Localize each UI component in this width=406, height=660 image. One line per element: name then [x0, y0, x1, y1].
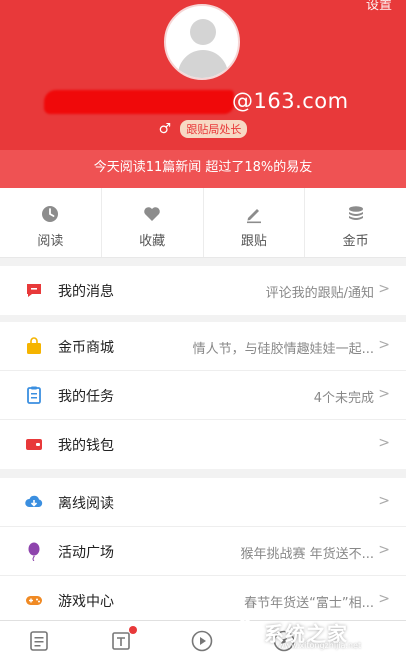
quick-favorites-label: 收藏 — [139, 234, 166, 249]
menu-item-tasks-label: 我的任务 — [58, 389, 114, 405]
clipboard-icon — [24, 385, 44, 405]
menu-item-games-label: 游戏中心 — [58, 594, 114, 610]
quick-coins-label: 金币 — [342, 234, 369, 249]
shopping-bag-icon — [24, 336, 44, 356]
gamepad-icon — [24, 590, 44, 610]
menu-group-messages: 我的消息 评论我的跟贴/通知 > — [0, 266, 406, 315]
reading-summary: 今天阅读11篇新闻 超过了18%的易友 — [0, 150, 406, 188]
menu-item-offline-reading[interactable]: 离线阅读 > — [0, 478, 406, 527]
quick-read[interactable]: 阅读 — [0, 188, 102, 257]
settings-button[interactable]: 设置 — [366, 0, 392, 13]
quick-comments[interactable]: 跟贴 — [204, 188, 306, 257]
chevron-right-icon: > — [378, 281, 390, 297]
tab-topics-icon[interactable] — [109, 626, 137, 653]
quick-favorites[interactable]: 收藏 — [102, 188, 204, 257]
avatar-head-shape — [190, 19, 216, 45]
quick-coins[interactable]: 金币 — [305, 188, 406, 257]
heart-icon — [102, 204, 203, 224]
menu-item-wallet-label: 我的钱包 — [58, 438, 114, 454]
clock-icon — [0, 204, 101, 224]
account-redaction — [44, 90, 234, 114]
menu-item-wallet[interactable]: 我的钱包 > — [0, 420, 406, 469]
menu-item-coin-mall-label: 金币商城 — [58, 340, 114, 356]
avatar-body-shape — [178, 50, 228, 78]
menu-item-coin-mall-value: 情人节，与硅胶情趣娃娃一起... — [192, 342, 374, 357]
chevron-right-icon: > — [378, 493, 390, 509]
balloon-icon — [24, 541, 44, 562]
menu-item-tasks-value: 4个未完成 — [313, 391, 374, 406]
notification-dot — [129, 626, 137, 634]
gender-male-icon: ♂ — [158, 120, 172, 137]
coin-stack-icon — [305, 204, 406, 224]
menu-item-messages-value: 评论我的跟贴/通知 — [265, 286, 374, 301]
avatar[interactable] — [164, 4, 240, 80]
menu-group-account: 金币商城 情人节，与硅胶情趣娃娃一起... > 我的任务 4个未完成 > 我的钱… — [0, 322, 406, 469]
chevron-right-icon: > — [378, 591, 390, 607]
watermark-url: www.xitongzhijia.net — [278, 641, 362, 650]
menu-item-offline-reading-label: 离线阅读 — [58, 496, 114, 512]
menu-item-games-value: 春节年货送“富士”相... — [244, 596, 374, 611]
message-icon — [24, 280, 44, 300]
account-domain: @163.com — [232, 89, 349, 113]
pencil-icon — [204, 204, 305, 224]
wallet-icon — [24, 434, 44, 454]
chevron-right-icon: > — [378, 435, 390, 451]
chevron-right-icon: > — [378, 386, 390, 402]
watermark-logo-icon — [228, 615, 262, 649]
menu-item-coin-mall[interactable]: 金币商城 情人节，与硅胶情趣娃娃一起... > — [0, 322, 406, 371]
profile-header: 设置 @163.com ♂ 跟贴局处长 今天阅读11篇新闻 超过了18%的易友 — [0, 0, 406, 188]
tab-news-icon[interactable] — [27, 629, 51, 653]
menu-group-discover: 离线阅读 > 活动广场 猴年挑战赛 年货送不... > 游戏中心 春节年货送“富… — [0, 478, 406, 625]
watermark: 系统之家 www.xitongzhijia.net — [226, 612, 402, 652]
menu-item-activity-value: 猴年挑战赛 年货送不... — [240, 547, 374, 562]
user-tags: ♂ 跟贴局处长 — [0, 118, 406, 138]
quick-read-label: 阅读 — [37, 234, 64, 249]
rank-badge[interactable]: 跟贴局处长 — [180, 119, 248, 138]
menu-item-tasks[interactable]: 我的任务 4个未完成 > — [0, 371, 406, 420]
account-name: @163.com — [0, 86, 406, 116]
quick-comments-label: 跟贴 — [240, 234, 267, 249]
cloud-download-icon — [24, 492, 44, 512]
menu-item-messages-label: 我的消息 — [58, 284, 114, 300]
quick-actions: 阅读 收藏 跟贴 金币 — [0, 188, 406, 258]
chevron-right-icon: > — [378, 542, 390, 558]
menu-item-activity-label: 活动广场 — [58, 545, 114, 561]
menu-item-messages[interactable]: 我的消息 评论我的跟贴/通知 > — [0, 266, 406, 315]
chevron-right-icon: > — [378, 337, 390, 353]
tab-video-icon[interactable] — [190, 629, 214, 653]
menu-item-activity[interactable]: 活动广场 猴年挑战赛 年货送不... > — [0, 527, 406, 576]
